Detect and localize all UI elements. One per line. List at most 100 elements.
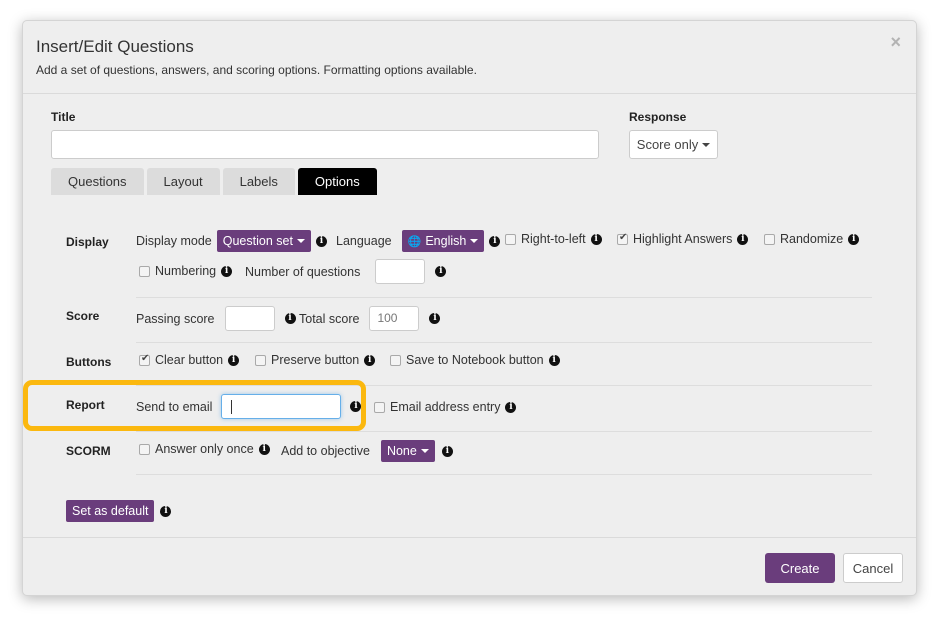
add-to-objective-dropdown[interactable]: None: [380, 440, 435, 462]
total-score-group: Total score 100 i: [299, 306, 441, 331]
tab-options[interactable]: Options: [297, 168, 377, 195]
right-to-left-label: Right-to-left: [521, 232, 586, 246]
randomize-label: Randomize: [780, 232, 844, 246]
response-selected: Score only: [636, 137, 699, 152]
email-address-entry-option: Email address entry i: [374, 400, 517, 414]
response-label: Response: [629, 110, 687, 124]
scorm-section-label: SCORM: [66, 444, 111, 458]
email-address-entry-checkbox[interactable]: [374, 401, 385, 413]
preserve-button-option: Preserve button i: [255, 353, 376, 367]
caret-down-icon: [702, 142, 711, 147]
caret-down-icon: [296, 239, 305, 243]
footer-divider: [23, 537, 916, 538]
language-label: Language: [336, 234, 392, 248]
preserve-button-label: Preserve button: [271, 353, 360, 367]
passing-score-group: Passing score i: [136, 306, 296, 331]
divider: [136, 431, 872, 432]
clear-button-option: Clear button i: [139, 353, 240, 367]
save-to-notebook-option: Save to Notebook button i: [390, 353, 560, 367]
highlight-answers-label: Highlight Answers: [633, 232, 733, 246]
dialog-subtitle: Add a set of questions, answers, and sco…: [36, 63, 477, 77]
language-dropdown[interactable]: 🌐 English: [401, 230, 485, 252]
right-to-left-option: Right-to-left i: [505, 232, 602, 246]
info-icon[interactable]: i: [284, 313, 296, 324]
send-to-email-label: Send to email: [136, 399, 213, 414]
add-to-objective-label: Add to objective: [281, 444, 370, 458]
randomize-checkbox[interactable]: [764, 233, 775, 245]
insert-edit-questions-dialog: Insert/Edit Questions Add a set of quest…: [22, 20, 917, 596]
divider: [136, 385, 872, 386]
highlight-answers-checkbox[interactable]: [617, 232, 628, 245]
answer-only-once-label: Answer only once: [155, 442, 254, 456]
info-icon[interactable]: i: [228, 354, 240, 366]
info-icon[interactable]: i: [315, 235, 327, 247]
total-score-label: Total score: [299, 311, 360, 326]
info-icon[interactable]: i: [221, 265, 233, 277]
title-label: Title: [51, 110, 76, 124]
randomize-option: Randomize i: [764, 232, 860, 246]
preserve-button-checkbox[interactable]: [255, 354, 266, 366]
info-icon[interactable]: i: [350, 401, 362, 412]
info-icon[interactable]: i: [364, 354, 376, 366]
info-icon[interactable]: i: [429, 313, 441, 324]
info-icon[interactable]: i: [441, 445, 453, 457]
tab-layout[interactable]: Layout: [146, 168, 220, 195]
create-button[interactable]: Create: [765, 553, 835, 583]
number-of-questions-label: Number of questions: [245, 264, 361, 279]
add-to-objective-value: None: [386, 444, 417, 458]
score-section-label: Score: [66, 309, 100, 323]
info-icon[interactable]: i: [548, 354, 560, 366]
send-to-email-input[interactable]: [221, 394, 342, 419]
language-value: English: [425, 234, 467, 248]
save-to-notebook-checkbox[interactable]: [390, 354, 401, 366]
divider: [136, 297, 872, 298]
display-mode-group: Display mode Question set i: [136, 230, 327, 252]
report-section-label: Report: [66, 398, 105, 412]
send-to-email-group: Send to email i: [136, 394, 362, 419]
info-icon[interactable]: i: [435, 266, 447, 277]
dialog-header: Insert/Edit Questions Add a set of quest…: [23, 21, 916, 94]
info-icon[interactable]: i: [737, 233, 749, 245]
buttons-section-label: Buttons: [66, 355, 112, 369]
info-icon[interactable]: i: [160, 505, 172, 517]
info-icon[interactable]: i: [258, 443, 270, 455]
highlight-answers-option: Highlight Answers i: [617, 232, 749, 246]
display-mode-label: Display mode: [136, 234, 212, 248]
number-of-questions-group: Number of questions i: [245, 259, 447, 284]
number-of-questions-input[interactable]: [375, 259, 426, 284]
clear-button-label: Clear button: [155, 353, 224, 367]
numbering-label: Numbering: [155, 264, 217, 278]
tab-questions[interactable]: Questions: [51, 168, 144, 195]
caret-down-icon: [420, 449, 429, 453]
display-mode-dropdown[interactable]: Question set: [216, 230, 311, 252]
clear-button-checkbox[interactable]: [139, 353, 150, 366]
answer-only-once-option: Answer only once i: [139, 442, 270, 456]
language-group: Language 🌐 English i: [336, 230, 501, 252]
info-icon[interactable]: i: [505, 401, 517, 413]
display-section-label: Display: [66, 235, 109, 249]
globe-icon: 🌐: [407, 235, 422, 248]
total-score-input[interactable]: 100: [369, 306, 420, 331]
numbering-option: Numbering i: [139, 264, 233, 278]
divider: [136, 342, 872, 343]
tab-labels[interactable]: Labels: [222, 168, 295, 195]
set-as-default-button[interactable]: Set as default: [66, 500, 155, 522]
response-dropdown[interactable]: Score only: [629, 130, 718, 159]
info-icon[interactable]: i: [848, 233, 860, 245]
divider: [136, 474, 872, 475]
numbering-checkbox[interactable]: [139, 265, 150, 277]
info-icon[interactable]: i: [489, 235, 501, 247]
close-icon[interactable]: ×: [890, 33, 901, 51]
dialog-title: Insert/Edit Questions: [36, 37, 194, 56]
right-to-left-checkbox[interactable]: [505, 233, 516, 245]
set-as-default-group: Set as default i: [66, 500, 172, 522]
add-to-objective-group: Add to objective None i: [281, 440, 453, 462]
save-to-notebook-label: Save to Notebook button: [406, 353, 544, 367]
email-address-entry-label: Email address entry: [390, 400, 501, 414]
info-icon[interactable]: i: [590, 233, 602, 245]
answer-only-once-checkbox[interactable]: [139, 443, 150, 455]
tab-bar: Questions Layout Labels Options: [51, 168, 377, 195]
title-input[interactable]: [51, 130, 599, 159]
cancel-button[interactable]: Cancel: [843, 553, 903, 583]
passing-score-input[interactable]: [224, 306, 275, 331]
